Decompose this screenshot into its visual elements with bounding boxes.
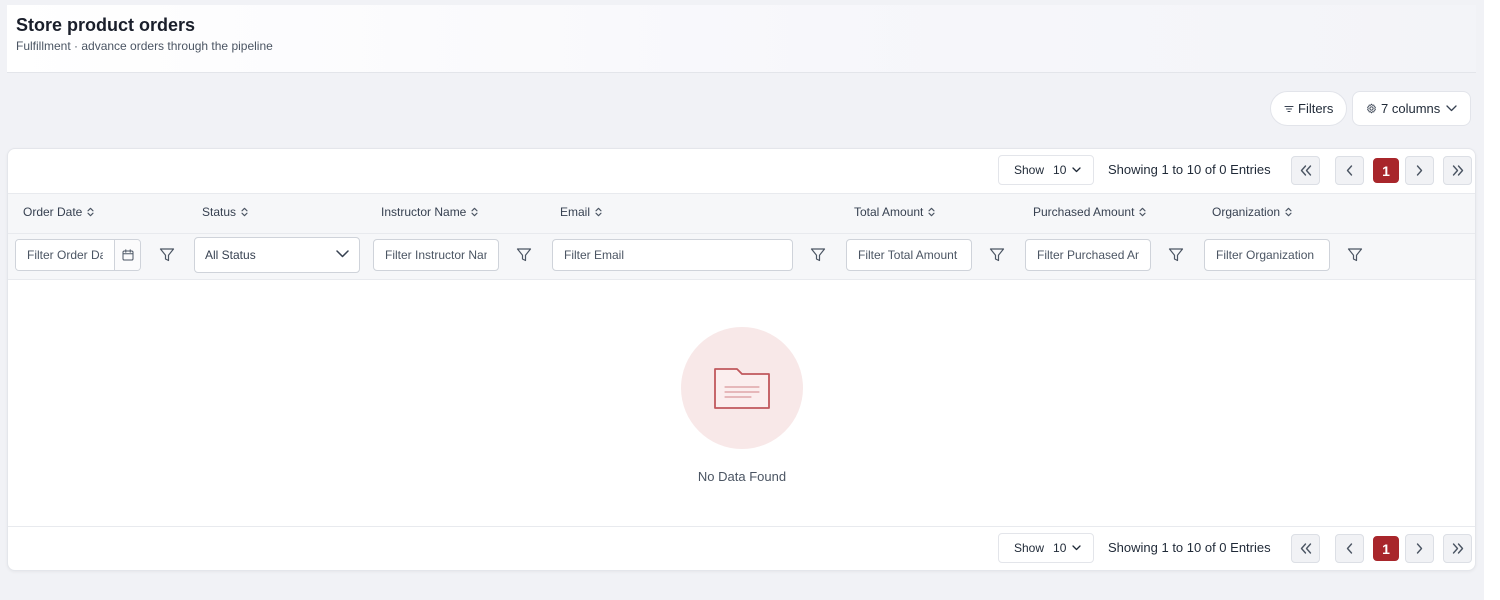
filter-funnel-icon[interactable]: [1347, 247, 1363, 263]
filters-label: Filters: [1298, 101, 1334, 116]
page-size-value: 10: [1053, 163, 1067, 177]
filter-lines-icon: [1284, 104, 1294, 114]
column-header-email[interactable]: Email: [560, 205, 602, 219]
next-page-button[interactable]: [1405, 156, 1434, 185]
last-page-button[interactable]: [1443, 156, 1472, 185]
gear-icon: [1366, 103, 1377, 114]
filter-funnel-icon[interactable]: [516, 247, 532, 263]
column-header-status[interactable]: Status: [202, 205, 248, 219]
window-edge: [1484, 0, 1500, 600]
double-chevron-right-icon: [1452, 165, 1463, 176]
page-size-select[interactable]: Show 10: [998, 155, 1094, 185]
column-header-label: Purchased Amount: [1033, 205, 1135, 219]
show-label: Show: [1014, 541, 1045, 555]
double-chevron-left-icon: [1300, 543, 1311, 554]
columns-label: 7 columns: [1381, 101, 1441, 116]
sort-icon: [471, 207, 478, 217]
column-header-label: Instructor Name: [381, 205, 467, 219]
email-filter-input[interactable]: [552, 239, 793, 271]
sort-icon: [1139, 207, 1146, 217]
page-header: Store product orders Fulfillment · advan…: [7, 5, 1476, 73]
first-page-button[interactable]: [1291, 156, 1320, 185]
columns-button[interactable]: 7 columns: [1352, 91, 1471, 126]
column-header-label: Order Date: [23, 205, 83, 219]
chevron-down-icon: [336, 250, 349, 258]
pagination-bottom: Show 10 Showing 1 to 10 of 0 Entries 1: [998, 533, 1472, 563]
chevron-right-icon: [1416, 543, 1423, 554]
page-size-value: 10: [1053, 541, 1067, 555]
column-header-total-amount[interactable]: Total Amount: [854, 205, 935, 219]
order-date-filter: [15, 239, 141, 271]
column-header-label: Email: [560, 205, 591, 219]
showing-entries-text: Showing 1 to 10 of 0 Entries: [1108, 162, 1271, 177]
filter-funnel-icon[interactable]: [810, 247, 826, 263]
column-header-purchased-amount[interactable]: Purchased Amount: [1033, 205, 1146, 219]
folder-icon: [714, 368, 770, 409]
sort-icon: [87, 207, 94, 217]
filter-row: All Status: [8, 234, 1475, 280]
organization-filter-input[interactable]: [1204, 239, 1330, 271]
column-header-label: Total Amount: [854, 205, 924, 219]
chevron-left-icon: [1346, 543, 1353, 554]
first-page-button[interactable]: [1291, 534, 1320, 563]
divider: [8, 526, 1475, 527]
column-header-instructor-name[interactable]: Instructor Name: [381, 205, 478, 219]
previous-page-button[interactable]: [1335, 534, 1364, 563]
double-chevron-left-icon: [1300, 165, 1311, 176]
show-label: Show: [1014, 163, 1045, 177]
chevron-down-icon: [1072, 545, 1082, 551]
column-header-label: Status: [202, 205, 237, 219]
double-chevron-right-icon: [1452, 543, 1463, 554]
order-date-filter-input[interactable]: [16, 240, 114, 270]
page-number-button[interactable]: 1: [1373, 158, 1399, 183]
chevron-down-icon: [1446, 105, 1457, 112]
page-number-button[interactable]: 1: [1373, 536, 1399, 561]
date-picker-button[interactable]: [114, 240, 140, 270]
sort-icon: [928, 207, 935, 217]
chevron-down-icon: [1072, 167, 1082, 173]
sort-icon: [1285, 207, 1292, 217]
empty-state-message: No Data Found: [697, 469, 787, 484]
column-header-organization[interactable]: Organization: [1212, 205, 1292, 219]
filters-button[interactable]: Filters: [1270, 91, 1347, 126]
pagination-top: Show 10 Showing 1 to 10 of 0 Entries 1: [998, 155, 1472, 185]
status-filter-select[interactable]: All Status: [194, 237, 360, 273]
next-page-button[interactable]: [1405, 534, 1434, 563]
calendar-icon: [122, 249, 134, 261]
sort-icon: [595, 207, 602, 217]
page-size-select[interactable]: Show 10: [998, 533, 1094, 563]
filter-funnel-icon[interactable]: [989, 247, 1005, 263]
sort-icon: [241, 207, 248, 217]
filter-funnel-icon[interactable]: [159, 247, 175, 263]
page-subtitle: Fulfillment · advance orders through the…: [16, 39, 273, 53]
instructor-name-filter-input[interactable]: [373, 239, 499, 271]
status-filter-value: All Status: [205, 248, 256, 262]
page-title: Store product orders: [16, 15, 196, 35]
last-page-button[interactable]: [1443, 534, 1472, 563]
empty-state-illustration: [681, 327, 803, 449]
total-amount-filter-input[interactable]: [846, 239, 972, 271]
chevron-left-icon: [1346, 165, 1353, 176]
column-header-order-date[interactable]: Order Date: [23, 205, 94, 219]
filter-funnel-icon[interactable]: [1168, 247, 1184, 263]
purchased-amount-filter-input[interactable]: [1025, 239, 1151, 271]
column-header-label: Organization: [1212, 205, 1281, 219]
showing-entries-text: Showing 1 to 10 of 0 Entries: [1108, 540, 1271, 555]
table-header-row: Order Date Status Instructor Name Email …: [8, 193, 1475, 234]
previous-page-button[interactable]: [1335, 156, 1364, 185]
orders-table-card: Show 10 Showing 1 to 10 of 0 Entries 1 O…: [7, 148, 1476, 571]
chevron-right-icon: [1416, 165, 1423, 176]
